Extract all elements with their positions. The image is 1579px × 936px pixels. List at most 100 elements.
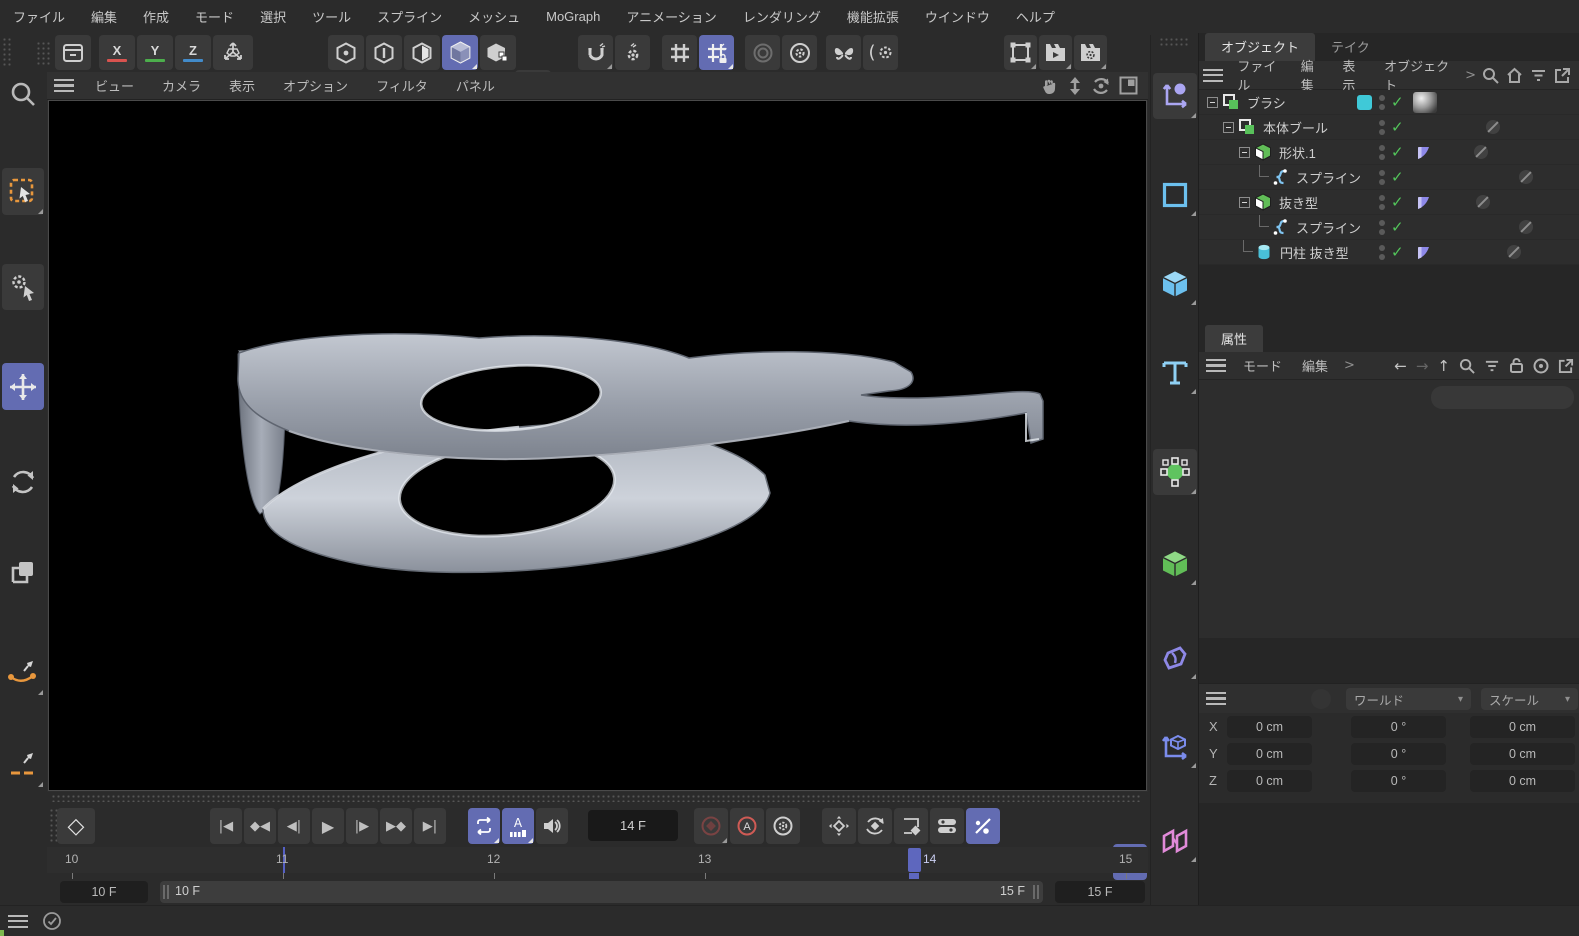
enabled-check[interactable]: ✓ (1391, 168, 1404, 186)
range-end-field[interactable]: 15 F (1055, 881, 1145, 903)
enabled-check[interactable]: ✓ (1391, 193, 1404, 211)
scale-y-field[interactable]: 0 cm (1470, 743, 1575, 765)
key-selection-filter-button[interactable] (966, 808, 1000, 844)
menu-mograph[interactable]: MoGraph (533, 9, 613, 24)
render-settings-button[interactable] (1074, 35, 1107, 70)
previous-frame-button[interactable]: ◀| (278, 808, 310, 844)
attribute-search-field[interactable] (1431, 386, 1574, 409)
points-mode-button[interactable] (328, 35, 364, 70)
phong-tag[interactable] (1415, 144, 1432, 161)
menu-tools[interactable]: ツール (299, 7, 364, 26)
menu-render[interactable]: レンダリング (730, 7, 834, 26)
tree-row[interactable]: スプライン ✓ (1199, 165, 1579, 190)
axis-lock-y-button[interactable]: Y (137, 35, 173, 70)
toolbar-grip[interactable] (2, 37, 13, 67)
previous-key-button[interactable]: ◆◀ (244, 808, 276, 844)
range-grip-right[interactable] (1033, 885, 1040, 899)
pen-line-tool-button[interactable] (2, 742, 44, 788)
target-icon[interactable] (1533, 358, 1549, 374)
tree-row[interactable]: 抜き型 ✓ (1199, 190, 1579, 215)
tweak-tool-button[interactable] (2, 264, 44, 310)
symmetry-button[interactable] (826, 35, 861, 70)
attr-menu-mode[interactable]: モード (1233, 356, 1292, 375)
menu-mesh[interactable]: メッシュ (455, 7, 533, 26)
object-manager-menu-button[interactable] (1199, 62, 1227, 89)
viewport-menu-display[interactable]: 表示 (215, 76, 269, 95)
visibility-dots[interactable] (1379, 220, 1385, 235)
object-mode-button[interactable] (480, 35, 516, 70)
object-name[interactable]: スプライン (1296, 168, 1361, 187)
layer-none-icon[interactable] (1519, 170, 1533, 184)
menu-extensions[interactable]: 機能拡張 (834, 7, 912, 26)
grid-snap-button[interactable] (662, 35, 697, 70)
om-menu-view[interactable]: 表示 (1332, 56, 1374, 94)
visibility-dots[interactable] (1379, 120, 1385, 135)
rotate-tool-button[interactable] (2, 459, 44, 504)
current-frame-field[interactable]: 14 F (588, 810, 678, 841)
key-pla-button[interactable] (930, 808, 964, 844)
tree-row[interactable]: 本体ブール ✓ (1199, 115, 1579, 140)
coordinate-system-button[interactable] (213, 35, 253, 70)
object-name[interactable]: 本体ブール (1263, 118, 1328, 137)
layer-none-icon[interactable] (1507, 245, 1521, 259)
search-tool-button[interactable] (2, 74, 44, 116)
external-link-icon[interactable] (1558, 358, 1574, 374)
lock-icon[interactable] (1509, 357, 1524, 374)
phong-tag[interactable] (1415, 194, 1432, 211)
menu-spline[interactable]: スプライン (364, 7, 455, 26)
enabled-check[interactable]: ✓ (1391, 143, 1404, 161)
next-key-button[interactable]: ▶◆ (380, 808, 412, 844)
viewport-menu-button[interactable] (47, 73, 81, 99)
axis-lock-x-button[interactable]: X (99, 35, 135, 70)
layer-none-icon[interactable] (1519, 220, 1533, 234)
position-x-field[interactable]: 0 cm (1227, 716, 1312, 738)
menu-edit[interactable]: 編集 (78, 7, 130, 26)
coordinates-color-dot[interactable] (1311, 689, 1331, 709)
play-button[interactable]: ▶ (312, 808, 344, 844)
menu-animation[interactable]: アニメーション (613, 7, 729, 26)
expand-toggle[interactable] (1239, 147, 1250, 158)
position-y-field[interactable]: 0 cm (1227, 743, 1312, 765)
object-name[interactable]: 形状.1 (1279, 143, 1316, 162)
modeling-axis-button[interactable] (745, 35, 780, 70)
tree-row[interactable]: ブラシ ✓ (1199, 90, 1579, 115)
object-name[interactable]: 抜き型 (1279, 193, 1318, 212)
viewport-canvas[interactable] (48, 100, 1147, 791)
dolly-icon[interactable] (1067, 76, 1083, 96)
visibility-dots[interactable] (1379, 245, 1385, 260)
goto-end-button[interactable]: ▶| (414, 808, 446, 844)
layer-none-icon[interactable] (1486, 120, 1500, 134)
status-menu-button[interactable] (0, 907, 36, 936)
timeline-ruler[interactable]: 10 11 12 13 14 15 (47, 847, 1148, 873)
enabled-check[interactable]: ✓ (1391, 243, 1404, 261)
parent-up-icon[interactable]: ↑ (1437, 357, 1450, 375)
object-name[interactable]: スプライン (1296, 218, 1361, 237)
rotation-z-field[interactable]: 0 ° (1351, 770, 1446, 792)
tree-row[interactable]: 円柱 抜き型 ✓ (1199, 240, 1579, 265)
scale-z-field[interactable]: 0 cm (1470, 770, 1575, 792)
key-rotation-button[interactable] (858, 808, 892, 844)
cube-primitive-button[interactable] (1153, 262, 1197, 306)
object-name[interactable]: 円柱 抜き型 (1280, 243, 1349, 262)
spline-wrap-button[interactable] (1153, 725, 1197, 769)
layer-color-swatch[interactable] (1357, 95, 1372, 110)
external-link-icon[interactable] (1554, 67, 1571, 84)
polygons-mode-button[interactable] (404, 35, 440, 70)
subdivision-surface-button[interactable] (1153, 449, 1197, 495)
expand-toggle[interactable] (1223, 122, 1234, 133)
edges-mode-button[interactable] (366, 35, 402, 70)
render-view-button[interactable] (1039, 35, 1072, 70)
keying-settings-button[interactable] (766, 808, 800, 844)
spline-primitive-button[interactable] (1153, 173, 1197, 217)
render-region-button[interactable] (1004, 35, 1037, 70)
filter-icon[interactable] (1484, 358, 1500, 374)
viewport-menu-options[interactable]: オプション (269, 76, 362, 95)
position-z-field[interactable]: 0 cm (1227, 770, 1312, 792)
expand-toggle[interactable] (1207, 97, 1218, 108)
menu-create[interactable]: 作成 (130, 7, 182, 26)
next-frame-button[interactable]: |▶ (346, 808, 378, 844)
viewport-menu-view[interactable]: ビュー (81, 76, 148, 95)
expand-toggle[interactable] (1239, 197, 1250, 208)
range-slider[interactable]: 10 F 15 F (160, 881, 1043, 903)
pen-spline-tool-button[interactable] (2, 650, 44, 696)
